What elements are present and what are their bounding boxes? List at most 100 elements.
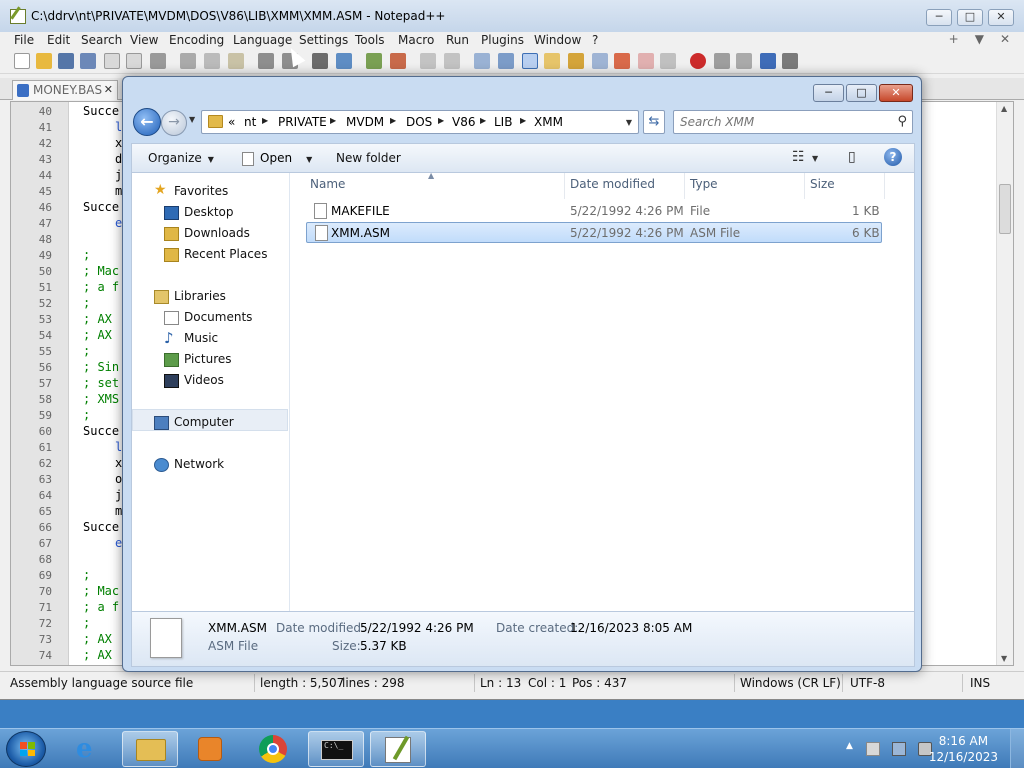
taskbar-chrome[interactable] bbox=[246, 731, 302, 767]
menu-edit[interactable]: Edit bbox=[47, 33, 70, 47]
play-macro-icon[interactable] bbox=[736, 53, 752, 69]
new-file-icon[interactable] bbox=[14, 53, 30, 69]
dialog-minimize-button[interactable]: ─ bbox=[813, 84, 844, 102]
breadcrumb-separator-icon[interactable]: ▶ bbox=[438, 116, 444, 125]
taskbar-file-explorer[interactable] bbox=[122, 731, 178, 767]
nav-favorites[interactable]: Favorites bbox=[174, 184, 228, 198]
open-file-icon[interactable] bbox=[36, 53, 52, 69]
nav-documents[interactable]: Documents bbox=[184, 310, 252, 324]
function-list-icon[interactable] bbox=[592, 53, 608, 69]
sync-horizontal-icon[interactable] bbox=[444, 53, 460, 69]
replace-icon[interactable] bbox=[336, 53, 352, 69]
search-input[interactable] bbox=[680, 115, 880, 129]
help-icon[interactable]: ? bbox=[884, 148, 902, 166]
vertical-scrollbar[interactable]: ▲ ▼ bbox=[996, 102, 1013, 665]
back-arrow-icon[interactable]: ← bbox=[133, 108, 161, 136]
paste-icon[interactable] bbox=[228, 53, 244, 69]
nav-recent-places[interactable]: Recent Places bbox=[184, 247, 267, 261]
file-row-xmm-asm[interactable]: XMM.ASM 5/22/1992 4:26 PM ASM File 6 KB bbox=[306, 222, 882, 243]
menu-plugins[interactable]: Plugins bbox=[481, 33, 524, 47]
menu-macro[interactable]: Macro bbox=[398, 33, 434, 47]
nav-desktop[interactable]: Desktop bbox=[184, 205, 234, 219]
new-folder-button[interactable]: New folder bbox=[336, 151, 401, 165]
preview-pane-icon[interactable]: ▯ bbox=[848, 149, 856, 165]
zoom-in-icon[interactable] bbox=[366, 53, 382, 69]
menu-language[interactable]: Language bbox=[233, 33, 292, 47]
scroll-down-icon[interactable]: ▼ bbox=[1001, 654, 1007, 663]
breadcrumb-mvdm[interactable]: MVDM bbox=[346, 115, 384, 129]
start-button[interactable] bbox=[6, 731, 46, 767]
column-header-date-modified[interactable]: Date modified bbox=[570, 177, 655, 191]
taskbar-media-player[interactable] bbox=[182, 731, 238, 767]
menu-view[interactable]: View bbox=[130, 33, 158, 47]
menu-search[interactable]: Search bbox=[81, 33, 122, 47]
address-bar[interactable]: « nt ▶ PRIVATE ▶ MVDM ▶ DOS ▶ V86 ▶ LIB … bbox=[201, 110, 639, 134]
menu-settings[interactable]: Settings bbox=[299, 33, 348, 47]
nav-computer[interactable]: Computer bbox=[174, 415, 234, 429]
nav-downloads[interactable]: Downloads bbox=[184, 226, 250, 240]
breadcrumb-separator-icon[interactable]: ▶ bbox=[390, 116, 396, 125]
show-all-chars-icon[interactable] bbox=[498, 53, 514, 69]
maximize-button[interactable]: □ bbox=[957, 9, 983, 26]
word-wrap-icon[interactable] bbox=[474, 53, 490, 69]
save-macro-icon[interactable] bbox=[782, 53, 798, 69]
tab-list-dropdown-icon[interactable]: ▼ bbox=[975, 32, 984, 46]
close-file-icon[interactable] bbox=[104, 53, 120, 69]
tab-close-icon[interactable]: ✕ bbox=[104, 83, 113, 96]
tab-money-bas[interactable]: MONEY.BAS ✕ bbox=[12, 80, 118, 100]
scroll-up-icon[interactable]: ▲ bbox=[1001, 104, 1007, 113]
menu-tools[interactable]: Tools bbox=[355, 33, 385, 47]
new-tab-plus-icon[interactable]: + bbox=[949, 32, 959, 46]
system-clock[interactable]: 8:16 AM 12/16/2023 bbox=[929, 733, 998, 765]
undo-icon[interactable] bbox=[258, 53, 274, 69]
breadcrumb-lib[interactable]: LIB bbox=[494, 115, 512, 129]
search-icon[interactable]: ⚲ bbox=[897, 114, 907, 129]
file-row-makefile[interactable]: MAKEFILE 5/22/1992 4:26 PM File 1 KB bbox=[306, 201, 882, 222]
menu-run[interactable]: Run bbox=[446, 33, 469, 47]
breadcrumb-nt[interactable]: nt bbox=[244, 115, 256, 129]
breadcrumb-xmm[interactable]: XMM bbox=[534, 115, 563, 129]
cut-icon[interactable] bbox=[180, 53, 196, 69]
find-icon[interactable] bbox=[312, 53, 328, 69]
show-desktop-button[interactable] bbox=[1010, 729, 1024, 768]
save-all-icon[interactable] bbox=[80, 53, 96, 69]
breadcrumb-separator-icon[interactable]: ▶ bbox=[480, 116, 486, 125]
show-hidden-icons-icon[interactable]: ▲ bbox=[846, 741, 853, 751]
refresh-icon[interactable]: ⇆ bbox=[643, 110, 665, 134]
close-document-icon[interactable]: ✕ bbox=[1000, 32, 1010, 46]
recent-locations-dropdown-icon[interactable]: ▼ bbox=[189, 115, 195, 124]
menu-window[interactable]: Window bbox=[534, 33, 581, 47]
menu-encoding[interactable]: Encoding bbox=[169, 33, 224, 47]
nav-network[interactable]: Network bbox=[174, 457, 224, 471]
breadcrumb-separator-icon[interactable]: ▶ bbox=[330, 116, 336, 125]
view-dropdown-icon[interactable]: ▼ bbox=[812, 154, 818, 163]
record-macro-icon[interactable] bbox=[690, 53, 706, 69]
eye-icon[interactable] bbox=[660, 53, 676, 69]
breadcrumb-v86[interactable]: V86 bbox=[452, 115, 475, 129]
organize-button[interactable]: Organize ▼ bbox=[148, 151, 214, 165]
taskbar-command-prompt[interactable]: C:\_ bbox=[308, 731, 364, 767]
taskbar-internet-explorer[interactable]: e bbox=[64, 731, 120, 767]
indent-guide-icon[interactable] bbox=[522, 53, 538, 69]
column-header-size[interactable]: Size bbox=[810, 177, 835, 191]
close-button[interactable]: ✕ bbox=[988, 9, 1014, 26]
nav-videos[interactable]: Videos bbox=[184, 373, 224, 387]
breadcrumb-private[interactable]: PRIVATE bbox=[278, 115, 327, 129]
nav-libraries[interactable]: Libraries bbox=[174, 289, 226, 303]
nav-music[interactable]: Music bbox=[184, 331, 218, 345]
address-dropdown-icon[interactable]: ▼ bbox=[626, 118, 632, 127]
action-center-flag-icon[interactable] bbox=[866, 742, 880, 756]
nav-pictures[interactable]: Pictures bbox=[184, 352, 232, 366]
dialog-maximize-button[interactable]: □ bbox=[846, 84, 877, 102]
dialog-close-button[interactable]: ✕ bbox=[879, 84, 913, 102]
breadcrumb-dos[interactable]: DOS bbox=[406, 115, 432, 129]
scroll-thumb[interactable] bbox=[999, 184, 1011, 234]
folder-workspace-icon[interactable] bbox=[614, 53, 630, 69]
menu-file[interactable]: File bbox=[14, 33, 34, 47]
lang-icon[interactable] bbox=[544, 53, 560, 69]
doc-map-icon[interactable] bbox=[568, 53, 584, 69]
open-button[interactable]: Open ▼ bbox=[242, 151, 312, 166]
breadcrumb-separator-icon[interactable]: ▶ bbox=[262, 116, 268, 125]
taskbar-notepad-plus-plus[interactable] bbox=[370, 731, 426, 767]
print-icon[interactable] bbox=[150, 53, 166, 69]
